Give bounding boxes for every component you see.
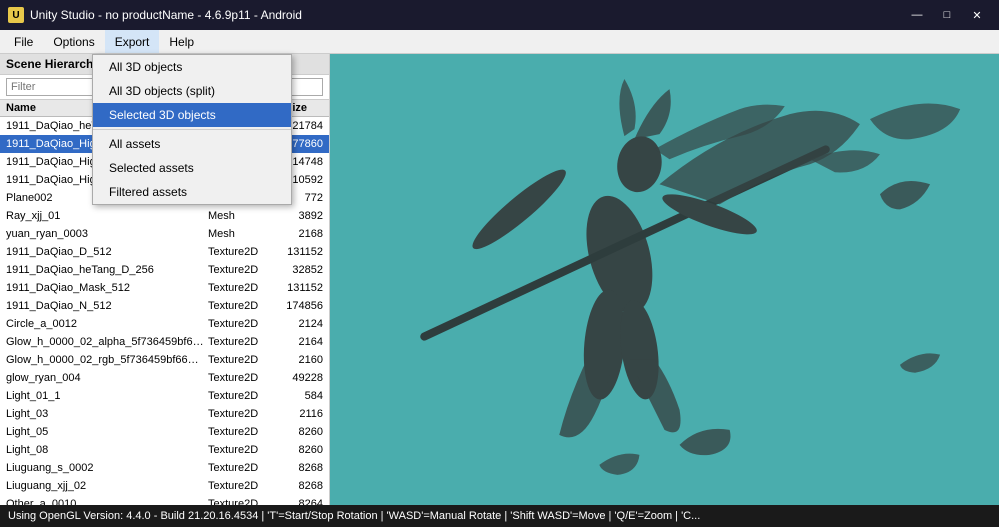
asset-size-cell: 2168 bbox=[274, 228, 329, 240]
table-row[interactable]: Light_05Texture2D8260 bbox=[0, 423, 329, 441]
asset-size-cell: 8260 bbox=[274, 444, 329, 456]
table-row[interactable]: Ray_xjj_01Mesh3892 bbox=[0, 207, 329, 225]
asset-name-cell: Other_a_0010 bbox=[0, 498, 204, 505]
asset-type-cell: Texture2D bbox=[204, 372, 274, 384]
table-row[interactable]: 1911_DaQiao_N_512Texture2D174856 bbox=[0, 297, 329, 315]
asset-size-cell: 131152 bbox=[274, 246, 329, 258]
asset-type-cell: Texture2D bbox=[204, 498, 274, 505]
asset-name-cell: Light_03 bbox=[0, 408, 204, 420]
asset-size-cell: 131152 bbox=[274, 282, 329, 294]
asset-name-cell: Light_01_1 bbox=[0, 390, 204, 402]
status-bar: Using OpenGL Version: 4.4.0 - Build 21.2… bbox=[0, 505, 999, 527]
table-row[interactable]: Light_08Texture2D8260 bbox=[0, 441, 329, 459]
asset-type-cell: Texture2D bbox=[204, 246, 274, 258]
export-selected-assets[interactable]: Selected assets bbox=[93, 156, 291, 180]
window-controls[interactable]: — □ ✕ bbox=[903, 5, 991, 25]
asset-size-cell: 584 bbox=[274, 390, 329, 402]
table-row[interactable]: Liuguang_xjj_02Texture2D8268 bbox=[0, 477, 329, 495]
asset-name-cell: glow_ryan_004 bbox=[0, 372, 204, 384]
asset-type-cell: Texture2D bbox=[204, 426, 274, 438]
asset-name-cell: Liuguang_s_0002 bbox=[0, 462, 204, 474]
asset-name-cell: Glow_h_0000_02_alpha_5f736459bf66789e843… bbox=[0, 336, 204, 348]
export-filtered-assets[interactable]: Filtered assets bbox=[93, 180, 291, 204]
asset-name-cell: Circle_a_0012 bbox=[0, 318, 204, 330]
menu-bar: File Options Export Help bbox=[0, 30, 999, 54]
asset-type-cell: Mesh bbox=[204, 228, 274, 240]
menu-export[interactable]: Export bbox=[105, 30, 160, 53]
table-row[interactable]: Glow_h_0000_02_rgb_5f736459bf66789e843cc… bbox=[0, 351, 329, 369]
asset-size-cell: 8268 bbox=[274, 462, 329, 474]
table-row[interactable]: 1911_DaQiao_D_512Texture2D131152 bbox=[0, 243, 329, 261]
asset-name-cell: Ray_xjj_01 bbox=[0, 210, 204, 222]
table-row[interactable]: Liuguang_s_0002Texture2D8268 bbox=[0, 459, 329, 477]
export-selected-3d[interactable]: Selected 3D objects bbox=[93, 103, 291, 127]
asset-type-cell: Texture2D bbox=[204, 354, 274, 366]
asset-size-cell: 8264 bbox=[274, 498, 329, 505]
asset-size-cell: 2116 bbox=[274, 408, 329, 420]
table-row[interactable]: 1911_DaQiao_heTang_D_256Texture2D32852 bbox=[0, 261, 329, 279]
asset-size-cell: 32852 bbox=[274, 264, 329, 276]
title-text: U Unity Studio - no productName - 4.6.9p… bbox=[8, 7, 302, 23]
table-row[interactable]: glow_ryan_004Texture2D49228 bbox=[0, 369, 329, 387]
col-scroll-space bbox=[313, 102, 329, 114]
table-row[interactable]: Other_a_0010Texture2D8264 bbox=[0, 495, 329, 505]
asset-type-cell: Texture2D bbox=[204, 318, 274, 330]
asset-type-cell: Texture2D bbox=[204, 444, 274, 456]
viewport[interactable] bbox=[330, 54, 999, 505]
asset-type-cell: Mesh bbox=[204, 210, 274, 222]
asset-size-cell: 2124 bbox=[274, 318, 329, 330]
table-row[interactable]: Glow_h_0000_02_alpha_5f736459bf66789e843… bbox=[0, 333, 329, 351]
export-all-3d[interactable]: All 3D objects bbox=[93, 55, 291, 79]
table-row[interactable]: 1911_DaQiao_Mask_512Texture2D131152 bbox=[0, 279, 329, 297]
table-row[interactable]: Light_01_1Texture2D584 bbox=[0, 387, 329, 405]
asset-type-cell: Texture2D bbox=[204, 390, 274, 402]
minimize-button[interactable]: — bbox=[903, 5, 931, 25]
asset-type-cell: Texture2D bbox=[204, 408, 274, 420]
asset-size-cell: 2160 bbox=[274, 354, 329, 366]
dropdown-separator bbox=[93, 129, 291, 130]
asset-name-cell: Light_08 bbox=[0, 444, 204, 456]
status-text: Using OpenGL Version: 4.4.0 - Build 21.2… bbox=[8, 510, 700, 522]
asset-type-cell: Texture2D bbox=[204, 462, 274, 474]
asset-type-cell: Texture2D bbox=[204, 282, 274, 294]
table-row[interactable]: yuan_ryan_0003Mesh2168 bbox=[0, 225, 329, 243]
export-dropdown: All 3D objects All 3D objects (split) Se… bbox=[92, 54, 292, 205]
asset-type-cell: Texture2D bbox=[204, 264, 274, 276]
asset-size-cell: 8268 bbox=[274, 480, 329, 492]
asset-size-cell: 3892 bbox=[274, 210, 329, 222]
asset-size-cell: 174856 bbox=[274, 300, 329, 312]
close-button[interactable]: ✕ bbox=[963, 5, 991, 25]
asset-name-cell: Light_05 bbox=[0, 426, 204, 438]
asset-size-cell: 2164 bbox=[274, 336, 329, 348]
asset-name-cell: Glow_h_0000_02_rgb_5f736459bf66789e843cc… bbox=[0, 354, 204, 366]
asset-size-cell: 49228 bbox=[274, 372, 329, 384]
menu-options[interactable]: Options bbox=[43, 30, 104, 53]
menu-file[interactable]: File bbox=[4, 30, 43, 53]
export-all-3d-split[interactable]: All 3D objects (split) bbox=[93, 79, 291, 103]
3d-model-display bbox=[330, 54, 999, 505]
title-bar: U Unity Studio - no productName - 4.6.9p… bbox=[0, 0, 999, 30]
table-row[interactable]: Circle_a_0012Texture2D2124 bbox=[0, 315, 329, 333]
table-row[interactable]: Light_03Texture2D2116 bbox=[0, 405, 329, 423]
asset-name-cell: 1911_DaQiao_D_512 bbox=[0, 246, 204, 258]
asset-size-cell: 8260 bbox=[274, 426, 329, 438]
window-title: Unity Studio - no productName - 4.6.9p11… bbox=[30, 8, 302, 22]
asset-name-cell: 1911_DaQiao_heTang_D_256 bbox=[0, 264, 204, 276]
asset-name-cell: yuan_ryan_0003 bbox=[0, 228, 204, 240]
asset-name-cell: Liuguang_xjj_02 bbox=[0, 480, 204, 492]
maximize-button[interactable]: □ bbox=[933, 5, 961, 25]
menu-help[interactable]: Help bbox=[159, 30, 204, 53]
asset-name-cell: 1911_DaQiao_N_512 bbox=[0, 300, 204, 312]
asset-type-cell: Texture2D bbox=[204, 336, 274, 348]
asset-type-cell: Texture2D bbox=[204, 300, 274, 312]
export-all-assets[interactable]: All assets bbox=[93, 132, 291, 156]
asset-type-cell: Texture2D bbox=[204, 480, 274, 492]
unity-icon: U bbox=[8, 7, 24, 23]
asset-name-cell: 1911_DaQiao_Mask_512 bbox=[0, 282, 204, 294]
